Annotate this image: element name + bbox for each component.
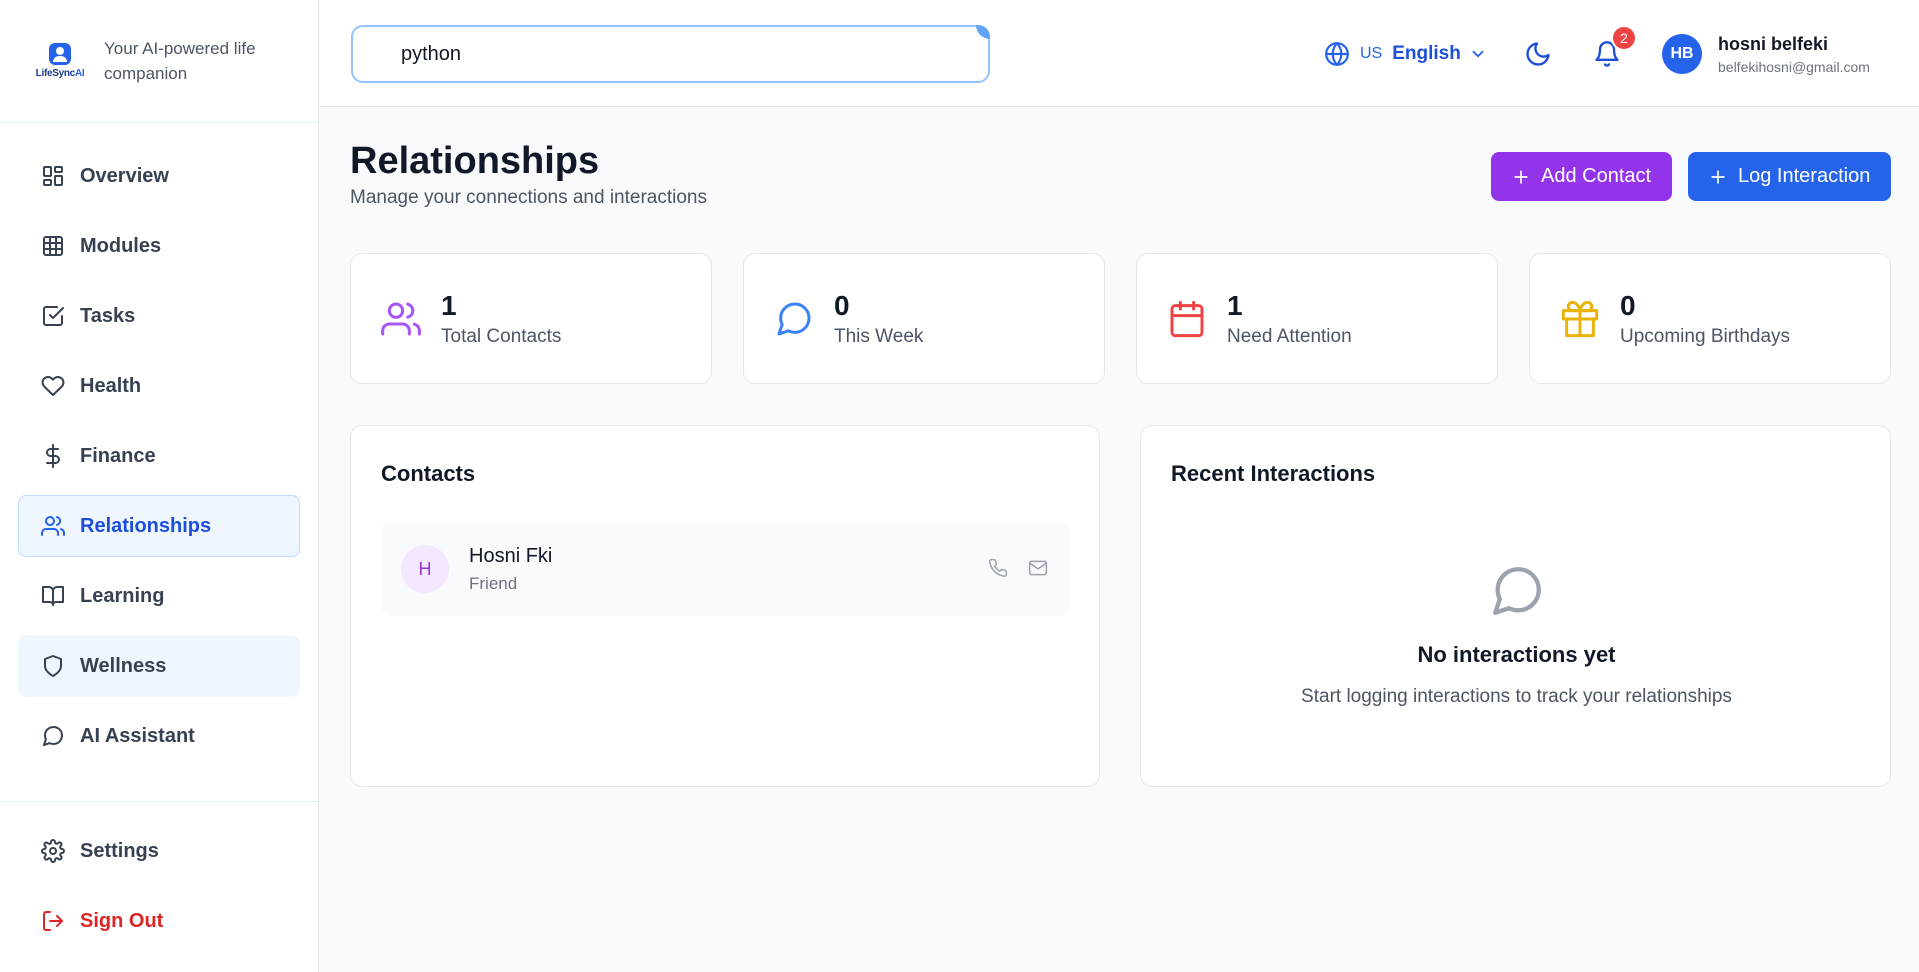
sidebar-item-label: Finance <box>80 444 156 467</box>
calendar-icon <box>1170 300 1204 337</box>
sidebar-nav: Overview Modules Tasks Health Finance Re… <box>0 145 318 767</box>
dark-mode-toggle-icon[interactable] <box>1524 40 1552 68</box>
heart-icon <box>41 376 65 396</box>
sidebar: LifeSyncAI Your AI-powered life companio… <box>0 0 319 972</box>
logout-icon <box>43 911 63 931</box>
stat-card-this-week: 0 This Week <box>743 253 1105 384</box>
sidebar-item-label: Overview <box>80 164 169 187</box>
checkbox-icon <box>43 306 64 326</box>
dollar-icon <box>46 444 60 468</box>
stat-value: 0 <box>1620 289 1636 321</box>
logo-text: LifeSyncAI <box>35 68 85 79</box>
top-bar: US English 2 HB hosni belfeki belfekihos… <box>320 0 1919 107</box>
app-logo[interactable]: LifeSyncAI <box>32 41 88 81</box>
users-icon <box>41 516 65 536</box>
sidebar-item-wellness[interactable]: Wellness <box>18 635 300 697</box>
search-input[interactable] <box>353 27 988 81</box>
contact-relation: Friend <box>469 573 518 593</box>
sign-out-button[interactable]: Sign Out <box>18 890 300 952</box>
tagline: Your AI-powered life companion <box>104 39 256 83</box>
layout-dashboard-icon <box>43 166 63 186</box>
globe-icon <box>1325 42 1349 66</box>
sidebar-bottom: Settings Sign Out <box>0 801 318 960</box>
sidebar-item-modules[interactable]: Modules <box>18 215 300 277</box>
empty-state-subtitle: Start logging interactions to track your… <box>1301 686 1732 707</box>
plus-icon <box>1514 169 1528 184</box>
page-subtitle: Manage your connections and interactions <box>350 187 708 208</box>
sidebar-item-overview[interactable]: Overview <box>18 145 300 207</box>
message-circle-icon <box>777 301 811 335</box>
user-email: belfekihosni@gmail.com <box>1718 59 1870 75</box>
sidebar-item-learning[interactable]: Learning <box>18 565 300 627</box>
add-contact-label: Add Contact <box>1541 165 1652 187</box>
users-icon <box>381 302 421 335</box>
gear-icon <box>41 839 65 863</box>
language-selector[interactable]: US English <box>1324 40 1487 68</box>
message-circle-icon <box>43 725 64 746</box>
sidebar-item-label: Settings <box>80 839 159 862</box>
recent-interactions-panel: Recent Interactions No interactions yet … <box>1140 425 1891 787</box>
sidebar-item-label: Tasks <box>80 304 136 327</box>
stat-label: Need Attention <box>1227 325 1352 347</box>
sidebar-item-label: AI Assistant <box>80 724 195 747</box>
grid-icon <box>43 236 63 256</box>
sidebar-item-ai-assistant[interactable]: AI Assistant <box>18 705 300 767</box>
stat-value: 0 <box>834 289 850 321</box>
sidebar-item-label: Learning <box>80 584 165 607</box>
interactions-title: Recent Interactions <box>1171 461 1376 486</box>
sidebar-item-label: Relationships <box>80 514 212 537</box>
user-info[interactable]: hosni belfeki belfekihosni@gmail.com <box>1718 34 1870 75</box>
empty-state: No interactions yet Start logging intera… <box>1141 562 1892 708</box>
notification-badge: 2 <box>1611 25 1637 51</box>
language-name: English <box>1392 43 1461 64</box>
sidebar-item-tasks[interactable]: Tasks <box>18 285 300 347</box>
contact-list-item[interactable]: H Hosni Fki Friend <box>381 522 1070 616</box>
stat-card-need-attention: 1 Need Attention <box>1136 253 1498 384</box>
shield-icon <box>44 655 62 677</box>
search-box <box>351 25 990 83</box>
sidebar-item-settings[interactable]: Settings <box>18 820 300 882</box>
gift-icon <box>1561 300 1599 337</box>
language-code: US <box>1360 45 1383 62</box>
stat-label: This Week <box>834 325 924 347</box>
stat-card-upcoming-birthdays: 0 Upcoming Birthdays <box>1529 253 1891 384</box>
message-circle-icon <box>1492 567 1541 615</box>
sidebar-item-label: Sign Out <box>80 909 164 932</box>
stat-value: 1 <box>1227 289 1243 321</box>
sidebar-item-health[interactable]: Health <box>18 355 300 417</box>
chevron-down-icon <box>1472 50 1484 58</box>
contact-actions <box>988 558 1048 578</box>
sidebar-item-label: Modules <box>80 234 162 257</box>
contact-avatar: H <box>401 545 449 593</box>
contacts-panel: Contacts H Hosni Fki Friend <box>350 425 1100 787</box>
brand: LifeSyncAI Your AI-powered life companio… <box>0 0 318 123</box>
log-interaction-label: Log Interaction <box>1738 165 1871 187</box>
add-contact-button[interactable]: Add Contact <box>1491 152 1672 201</box>
contact-name: Hosni Fki <box>469 544 553 567</box>
user-avatar[interactable]: HB <box>1662 34 1702 74</box>
phone-icon[interactable] <box>988 558 1008 578</box>
contacts-title: Contacts <box>381 461 476 486</box>
mail-icon[interactable] <box>1028 558 1048 578</box>
sidebar-item-label: Health <box>80 374 142 397</box>
sidebar-item-label: Wellness <box>80 654 167 677</box>
stat-label: Upcoming Birthdays <box>1620 325 1791 347</box>
stats-row: 1 Total Contacts 0 This Week 1 Need Atte… <box>350 253 1891 384</box>
book-icon <box>42 586 64 606</box>
sidebar-item-relationships[interactable]: Relationships <box>18 495 300 557</box>
stat-value: 1 <box>441 289 457 321</box>
page-title: Relationships <box>350 140 600 182</box>
user-name: hosni belfeki <box>1718 34 1829 54</box>
empty-state-title: No interactions yet <box>1417 642 1616 667</box>
stat-label: Total Contacts <box>441 325 562 347</box>
log-interaction-button[interactable]: Log Interaction <box>1688 152 1891 201</box>
logo-mark-icon <box>49 43 71 65</box>
sidebar-item-finance[interactable]: Finance <box>18 425 300 487</box>
stat-card-total-contacts: 1 Total Contacts <box>350 253 712 384</box>
plus-icon <box>1711 169 1725 184</box>
